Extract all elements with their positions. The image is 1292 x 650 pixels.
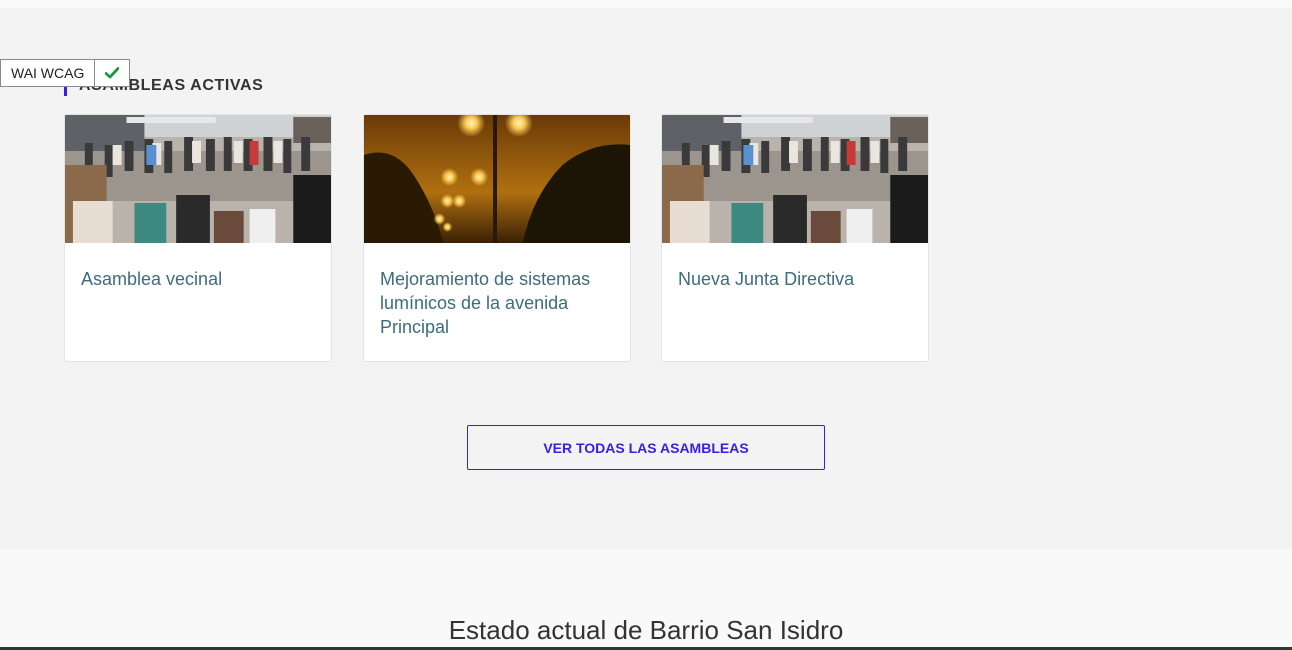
view-all-assemblies-button[interactable]: VER TODAS LAS ASAMBLEAS — [467, 425, 825, 470]
assembly-card[interactable]: Nueva Junta Directiva — [661, 114, 929, 362]
check-icon — [95, 60, 129, 86]
crowd-photo — [662, 115, 928, 243]
crowd-photo — [65, 115, 331, 243]
assembly-card[interactable]: Mejoramiento de sistemas lumínicos de la… — [363, 114, 631, 362]
assembly-card[interactable]: Asamblea vecinal — [64, 114, 332, 362]
status-title: Estado actual de Barrio San Isidro — [448, 615, 844, 645]
card-title[interactable]: Mejoramiento de sistemas lumínicos de la… — [380, 267, 616, 339]
card-title[interactable]: Asamblea vecinal — [81, 267, 317, 291]
street-lights-photo — [364, 115, 630, 243]
card-title[interactable]: Nueva Junta Directiva — [678, 267, 914, 291]
wai-wcag-badge[interactable]: WAI WCAG — [0, 59, 131, 87]
top-strip — [0, 0, 1292, 8]
wai-wcag-label: WAI WCAG — [1, 60, 96, 86]
